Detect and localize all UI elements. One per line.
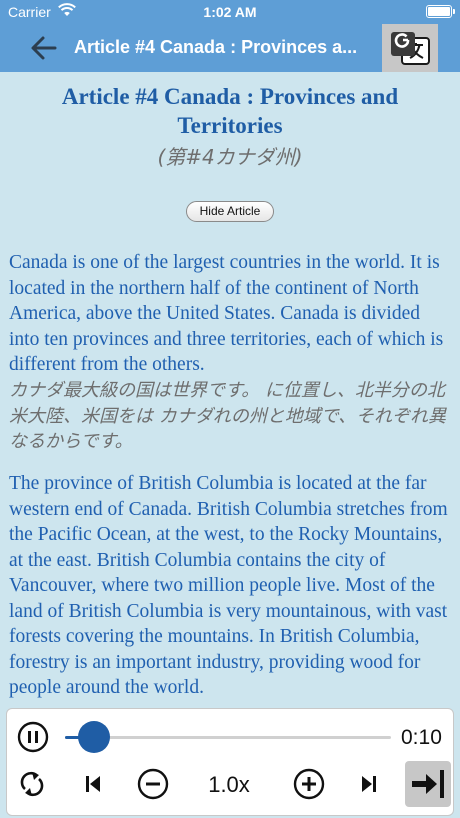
back-button[interactable] (30, 35, 58, 61)
skip-previous-icon (86, 776, 100, 792)
paragraph-english: The province of British Columbia is loca… (9, 473, 448, 698)
skip-next-icon (362, 776, 376, 792)
pause-icon (17, 721, 49, 753)
nav-title: Article #4 Canada : Provinces a... (74, 37, 358, 57)
translate-button[interactable] (382, 24, 438, 72)
hide-article-button[interactable]: Hide Article (186, 201, 274, 222)
progress-track[interactable] (65, 736, 391, 739)
article-content[interactable]: Article #4 Canada : Provinces and Territ… (0, 72, 460, 708)
progress-knob[interactable] (78, 721, 111, 753)
plus-circle-icon (293, 768, 325, 800)
previous-button[interactable] (81, 772, 105, 796)
status-time: 1:02 AM (203, 4, 257, 20)
paragraph-english: Canada is one of the largest countries i… (9, 252, 444, 375)
pause-button[interactable] (17, 721, 49, 753)
article-title: Article #4 Canada : Provinces and Territ… (61, 84, 399, 138)
exit-arrow-icon (412, 770, 444, 798)
faster-button[interactable] (293, 768, 325, 800)
playback-speed[interactable]: 1.0x (199, 772, 259, 798)
repeat-button[interactable] (17, 769, 47, 799)
repeat-icon (20, 771, 44, 797)
next-button[interactable] (357, 772, 381, 796)
back-arrow-icon (31, 36, 57, 60)
exit-button[interactable] (405, 761, 451, 807)
slower-button[interactable] (137, 768, 169, 800)
battery-icon (426, 5, 455, 18)
article-title-translation: (第#4カナダ州) (157, 145, 303, 169)
status-bar: Carrier 1:02 AM (0, 0, 460, 24)
elapsed-time: 0:10 (401, 726, 442, 749)
google-translate-icon (391, 32, 430, 65)
navigation-bar: Article #4 Canada : Provinces a... (0, 24, 460, 72)
minus-circle-icon (137, 768, 169, 800)
paragraph-translation: カナダ最大級の国は世界です。 に位置し、北半分の北米大陸、米国をは カナダれの州… (9, 380, 446, 452)
audio-player: 0:10 1.0x (6, 708, 454, 816)
